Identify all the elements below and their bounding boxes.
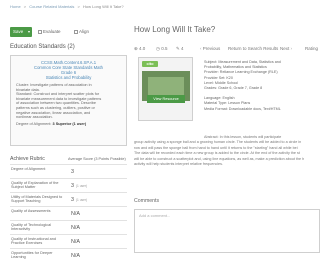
checkbox-icon [38, 29, 42, 34]
score-value: N/A [71, 239, 80, 245]
rubric-criterion: Quality of Assessments [11, 209, 51, 213]
rubric-score: 3 (1 user) [68, 193, 127, 206]
table-row: Quality of Technological Interactivity N… [10, 220, 127, 234]
education-standards-title: Education Standards (2) [10, 44, 75, 50]
rubric-score: 3 (1 user) [68, 179, 127, 192]
table-row: Quality of Assessments N/A [10, 206, 127, 220]
meta-line: Media Format: Downloadable docs, Text/HT… [204, 106, 281, 111]
view-resource-button[interactable]: View Resource [147, 95, 185, 103]
left-column: Education Standards (2) CCSS.Math.Conten… [10, 43, 128, 262]
breadcrumb-course-materials[interactable]: Course Related Materials [29, 4, 74, 9]
previous-label: Previous [202, 46, 221, 51]
return-to-search-link[interactable]: Return to Search Results [228, 44, 278, 53]
saves-count: ✎ 4 [176, 46, 184, 51]
breadcrumb-home[interactable]: Home [10, 4, 21, 9]
alignment-label: Degree of Alignment: [16, 121, 52, 126]
score-value: N/A [71, 211, 80, 217]
rubric-criterion: Degree of Alignment [11, 167, 46, 171]
degree-of-alignment: Degree of Alignment: 3 Superior (1 user) [16, 122, 121, 126]
rubric-score: N/A [68, 235, 127, 248]
standard-description: Cluster: Investigate patterns of associa… [16, 83, 121, 120]
table-row: Quality of Instructional and Practice Ex… [10, 234, 127, 248]
standard-code: CCSS.Math.Content.6.SP.A.1 Common Core S… [16, 60, 121, 80]
table-row: Degree of Alignment 3 [10, 164, 127, 178]
align-button[interactable]: Align [74, 27, 89, 37]
breadcrumb-separator: > [23, 4, 27, 9]
score-users: (1 user) [76, 198, 87, 202]
rubric-score: N/A [68, 221, 127, 234]
rubric-score: N/A [68, 249, 127, 262]
checkbox-icon [74, 29, 78, 34]
standard-panel: CCSS.Math.Content.6.SP.A.1 Common Core S… [10, 55, 127, 146]
views-count: ◷ 0.5 [156, 46, 168, 51]
rubric-header-name: Achieve Rubric [10, 156, 45, 162]
save-label: Save [13, 29, 24, 34]
views-value: 0.5 [161, 46, 168, 51]
rubric-criterion: Quality of Technological Interactivity [11, 223, 52, 232]
abstract-line: activity will help students interpret re… [134, 162, 223, 167]
resource-toolbar: Save ▾ Evaluate Align [10, 27, 130, 37]
standard-code-line: Statistics and Probability [45, 75, 92, 80]
rubric-header: Achieve Rubric Average Score (3 Points P… [10, 155, 127, 164]
page-title: How Long Will It Take? [134, 25, 216, 34]
rubric-score: N/A [68, 207, 127, 220]
save-button[interactable]: Save ▾ [10, 27, 32, 37]
breadcrumb-separator: > [77, 4, 80, 9]
score-value: 3 [71, 169, 74, 175]
chevron-right-icon: › [289, 46, 293, 51]
rubric-criterion: Utility of Materials Designed to Support… [11, 195, 63, 204]
comment-input[interactable]: Add a comment... [134, 209, 320, 253]
next-label: Next [280, 46, 290, 51]
rating-label: Rating [305, 46, 319, 51]
achieve-rubric-table: Achieve Rubric Average Score (3 Points P… [10, 155, 127, 262]
main-content: How Long Will It Take? ⊕ 4.0 ◷ 0.5 ✎ 4 ‹… [134, 0, 320, 265]
description-line: nonlinear association. [16, 115, 53, 120]
score-value: N/A [71, 253, 80, 259]
cc-license-badge[interactable]: ⊕ 4.0 [134, 44, 145, 53]
return-label: Return to Search Results [228, 46, 279, 51]
cc-value: 4.0 [139, 46, 146, 51]
rubric-criterion: Quality of Instructional and Practice Ex… [11, 237, 56, 246]
previous-link[interactable]: ‹ Previous [200, 44, 220, 53]
saves-value: 4 [181, 46, 184, 51]
provider-logo: cito [142, 61, 158, 67]
table-row: Utility of Materials Designed to Support… [10, 192, 127, 206]
rubric-criterion: Quality of Explanation of the Subject Ma… [11, 181, 59, 190]
breadcrumb-current: How Long Will It Take? [83, 4, 124, 9]
resource-thumbnail[interactable]: cito View Resource [138, 57, 193, 121]
table-row: Quality of Explanation of the Subject Ma… [10, 178, 127, 192]
evaluate-button[interactable]: Evaluate [38, 27, 61, 37]
score-value: 3 [71, 197, 74, 203]
score-value: N/A [71, 225, 80, 231]
resource-abstract: Abstract: In this lesson, students will … [134, 135, 320, 167]
alignment-value: 3 Superior (1 user) [52, 121, 87, 126]
rubric-header-score: Average Score (3 Points Possible) [68, 157, 126, 161]
table-row: Opportunities for Deeper Learning N/A [10, 248, 127, 262]
abstract-line: The data will be recorded each time a ne… [134, 151, 300, 156]
breadcrumb: Home > Course Related Materials > How Lo… [10, 4, 126, 9]
resource-metadata: Subject: Measurement and Data, Statistic… [204, 60, 320, 112]
score-value: 3 [71, 183, 74, 189]
chevron-down-icon: ▾ [27, 29, 30, 34]
score-users: (1 user) [76, 184, 87, 188]
align-label: Align [79, 29, 90, 34]
comments-title: Comments [134, 198, 160, 204]
rubric-criterion: Opportunities for Deeper Learning [11, 251, 53, 260]
evaluate-label: Evaluate [43, 29, 61, 34]
next-link[interactable]: Next › [280, 44, 292, 53]
rubric-score: 3 [68, 165, 127, 178]
resource-nav-bar: ⊕ 4.0 ◷ 0.5 ✎ 4 ‹ Previous Return to Sea… [134, 44, 320, 53]
